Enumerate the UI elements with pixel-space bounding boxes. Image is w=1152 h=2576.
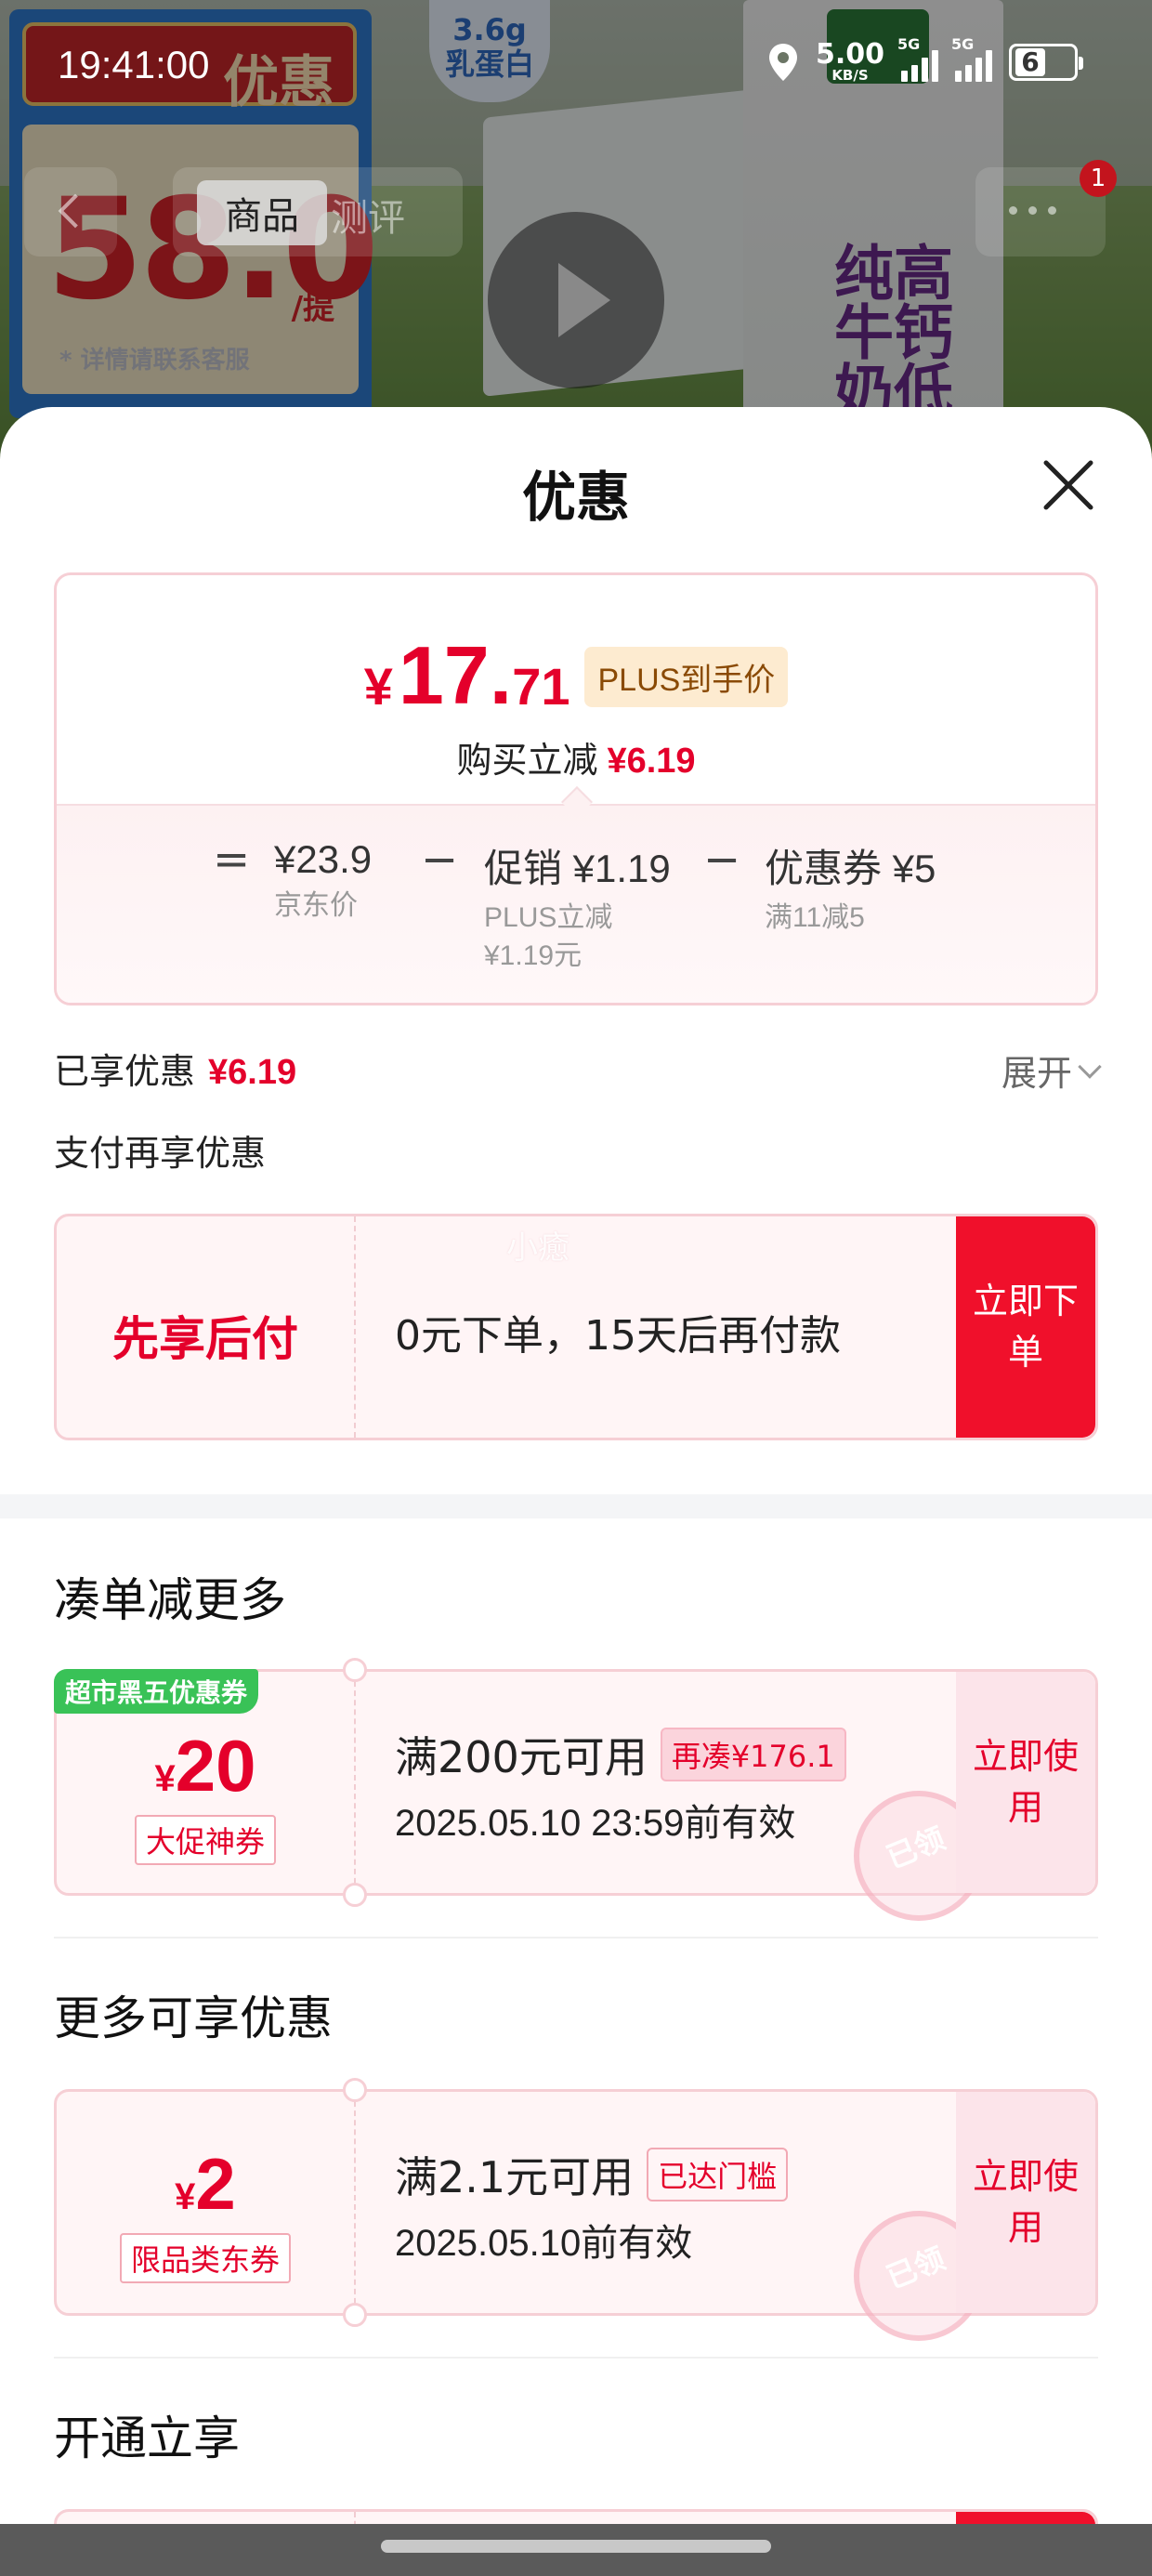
final-price-area: ¥ 17. 71 PLUS到手价 购买立减 ¥6.19 [57,575,1095,804]
section-divider [0,1494,1152,1518]
equals-sign: = [213,834,251,886]
tab-review[interactable]: 测评 [331,188,405,242]
location-icon [768,43,797,81]
coupon-condition-text: 满200元可用 [395,1732,648,1782]
promo-detail-2: ¥1.19元 [484,940,583,971]
coupon-type: 限品类东券 [57,2233,354,2283]
status-icons: 5.00 KB/S 5G 5G 6 [767,35,1083,83]
more-button[interactable]: 1 [975,160,1117,256]
coupon-currency: ¥ [154,1758,176,1799]
card-notch-bottom [343,2303,367,2327]
more-dots-icon [1009,206,1056,215]
network-speed-unit: KB/S [831,67,869,84]
card-notch-top [343,2078,367,2102]
coupon-condition: 满2.1元可用 已达门槛 [395,2144,789,2205]
coupon-condition-text: 满2.1元可用 [395,2152,635,2202]
divider-line [54,1937,1098,1939]
coupon-currency: ¥ [175,2176,196,2217]
coupon-condition: 满11减5 [765,902,865,933]
pay-more-title: 支付再享优惠 [54,1133,267,1174]
use-now-button[interactable]: 立即使用 [956,1672,1095,1893]
card-separator [354,1672,356,1893]
price-summary-card: ¥ 17. 71 PLUS到手价 购买立减 ¥6.19 = ¥23.9 京东价 −… [54,572,1098,1005]
enjoyed-discount: 已享优惠 ¥6.19 [54,1043,296,1094]
bnpl-card[interactable]: 先享后付 小癒 0元下单，15天后再付款 立即下单 [54,1214,1098,1440]
coupon-value: 20 [175,1725,256,1807]
sim2-label: 5G [951,34,975,53]
final-price-integer: 17. [398,629,513,721]
home-indicator[interactable] [381,2540,771,2553]
coupon-amount: ¥2 [57,2148,354,2220]
section-title-add-more: 凑单减更多 [54,1573,286,1627]
expand-label: 展开 [1001,1053,1072,1094]
promo-item: 促销 ¥1.19 PLUS立减 ¥1.19元 [484,837,671,975]
close-icon[interactable] [1041,457,1096,513]
final-price-row: ¥ 17. 71 PLUS到手价 [57,635,1095,716]
battery-icon: 6 [1009,43,1083,81]
order-now-button[interactable]: 立即下单 [956,1216,1095,1438]
notification-badge: 1 [1080,160,1117,197]
jd-price-item: ¥23.9 京东价 [274,837,372,926]
coupon-value: 2 [195,2143,236,2225]
product-top-bar: 商品 测评 1 [24,160,1117,256]
coupon-validity: 2025.05.10 23:59前有效 [395,1803,796,1844]
plus-price-tag: PLUS到手价 [584,647,789,707]
coupon-status-tag: 已达门槛 [647,2148,789,2201]
coupon-type: 大促神券 [57,1815,354,1865]
divider-line [54,2357,1098,2359]
section-title-open-enjoy: 开通立享 [54,2412,240,2465]
coupon-validity: 2025.05.10前有效 [395,2223,693,2264]
signal-icon-sim2: 5G [951,35,992,82]
minus-sign: − [421,834,459,886]
chevron-down-icon [1078,1054,1102,1079]
coupon-type-label: 限品类东券 [119,2233,291,2283]
sheet-title: 优惠 [521,466,630,529]
coupon-item: 优惠券 ¥5 满11减5 [765,837,936,938]
instant-save-row: 购买立减 ¥6.19 [57,731,1095,782]
back-button[interactable] [24,167,117,256]
coupon-amount: ¥20 [57,1729,354,1802]
sim1-label: 5G [897,34,921,53]
enjoyed-amount: ¥6.19 [208,1053,297,1092]
final-price-decimal: 71 [512,657,570,716]
bnpl-title: 先享后付 [112,1312,298,1366]
network-speed: 5.00 KB/S [816,41,884,83]
coupon-condition: 满200元可用 再凑¥176.1 [395,1724,846,1785]
discount-sheet: 优惠 ¥ 17. 71 PLUS到手价 购买立减 ¥6.19 = ¥23.9 京东… [0,407,1152,2576]
card-separator [354,1216,356,1438]
promo-amount: 促销 ¥1.19 [484,847,671,890]
coupon-ribbon: 超市黑五优惠券 [54,1669,259,1714]
bnpl-description: 0元下单，15天后再付款 [395,1312,841,1360]
coupon-amount: 优惠券 ¥5 [765,847,936,890]
watermark: 小癒 [506,1229,569,1267]
card-separator [354,2092,356,2313]
status-bar: 19:41:00 5.00 KB/S 5G 5G 6 [0,0,1152,139]
tab-goods[interactable]: 商品 [197,180,327,245]
coupon-card[interactable]: 超市黑五优惠券 ¥20 大促神券 满200元可用 再凑¥176.1 2025.0… [54,1658,1098,1941]
status-time: 19:41:00 [58,43,210,86]
instant-save-label: 购买立减 [456,740,598,781]
final-price: ¥ 17. 71 [364,635,570,716]
network-speed-value: 5.00 [815,38,884,71]
price-breakdown: = ¥23.9 京东价 − 促销 ¥1.19 PLUS立减 ¥1.19元 − 优… [57,804,1095,1003]
coupon-type-label: 大促神券 [134,1815,276,1865]
section-title-more-discounts: 更多可享优惠 [54,1991,333,2045]
coupon-status-tag: 再凑¥176.1 [660,1728,846,1781]
battery-level: 6 [1015,47,1045,76]
instant-save-amount: ¥6.19 [607,742,696,781]
expand-button[interactable]: 展开 [1001,1045,1102,1096]
card-notch-bottom [343,1883,367,1907]
promo-detail-1: PLUS立减 [484,902,613,933]
enjoyed-label: 已享优惠 [54,1051,196,1092]
jd-price: ¥23.9 [274,837,373,881]
coupon-card[interactable]: ¥2 限品类东券 满2.1元可用 已达门槛 2025.05.10前有效 已领 立… [54,2078,1098,2361]
jd-price-label: 京东价 [274,890,358,921]
card-notch-top [343,1658,367,1682]
signal-icon-sim1: 5G [897,35,938,82]
minus-sign: − [703,834,741,886]
final-price-currency: ¥ [363,657,393,716]
use-now-button[interactable]: 立即使用 [956,2092,1095,2313]
